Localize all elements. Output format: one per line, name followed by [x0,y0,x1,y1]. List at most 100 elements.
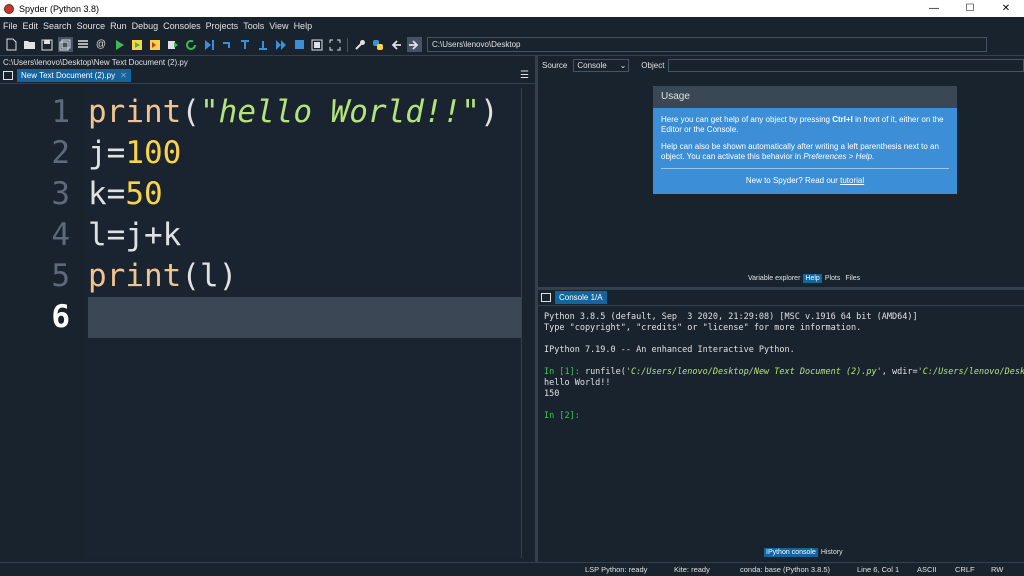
fullscreen-icon[interactable] [328,37,343,52]
python-path-icon[interactable] [371,37,386,52]
maximize-button[interactable]: ☐ [952,3,988,14]
rerun-icon[interactable] [184,37,199,52]
console-output-line: 150 [544,389,560,399]
line-number: 2 [51,135,70,171]
run-icon[interactable] [112,37,127,52]
browse-tabs-icon[interactable] [3,71,13,80]
code-text: k=50 [88,174,163,215]
code-line[interactable]: 3 k=50 [0,174,521,215]
code-token: "hello World!!" [200,94,480,130]
code-line[interactable]: 2 j=100 [0,133,521,174]
back-arrow-icon[interactable] [389,37,404,52]
menu-help[interactable]: Help [294,21,313,31]
tab-ipython-console[interactable]: IPython console [764,548,818,557]
tab-files[interactable]: Files [843,274,863,283]
step-return-icon[interactable] [256,37,271,52]
source-label: Source [542,60,568,70]
help-pane-tabs: Variable explorer Help Plots Files [746,274,863,283]
tab-plots[interactable]: Plots [822,274,843,283]
run-selection-icon[interactable] [166,37,181,52]
code-line[interactable]: 4 l=j+k [0,215,521,256]
code-token: 50 [125,176,163,212]
list-icon[interactable] [76,37,91,52]
status-bar: LSP Python: ready Kite: ready conda: bas… [0,562,1024,576]
code-line[interactable]: 5 print(l) [0,256,521,297]
menu-search[interactable]: Search [43,21,72,31]
current-line-highlight [88,297,521,338]
lsp-status: LSP Python: ready [585,565,648,574]
code-text: print("hello World!!") [88,92,499,133]
preferences-wrench-icon[interactable] [353,37,368,52]
new-file-icon[interactable] [4,37,19,52]
working-directory-input[interactable]: C:\Users\lenovo\Desktop [427,37,987,52]
menu-view[interactable]: View [269,21,288,31]
console-input-line: In [1]: runfile('C:/Users/lenovo/Desktop… [544,367,1024,377]
help-toolbar: Source Console ⌄ Object [538,57,1024,73]
menu-edit[interactable]: Edit [23,21,39,31]
console-browse-tabs-icon[interactable] [541,293,551,302]
menu-projects[interactable]: Projects [206,21,239,31]
save-icon[interactable] [40,37,55,52]
object-input[interactable] [668,58,1024,72]
close-button[interactable]: ✕ [988,3,1024,14]
code-line[interactable]: 1 print("hello World!!") [0,92,521,133]
code-token: l=j+k [88,217,182,253]
usage-divider [661,168,949,169]
menu-source[interactable]: Source [77,21,106,31]
cursor-position: Line 6, Col 1 [857,565,900,574]
step-into-icon[interactable] [238,37,253,52]
console-tab[interactable]: Console 1/A [555,291,607,304]
code-token: (l) [181,258,238,294]
tab-history[interactable]: History [818,548,845,557]
menu-run[interactable]: Run [110,21,127,31]
console-prompt: In [1]: [544,367,580,377]
console-tab-bar: Console 1/A [538,290,1024,306]
encoding-status: ASCII [917,565,937,574]
menu-bar: File Edit Search Source Run Debug Consol… [0,17,1024,34]
tab-variable-explorer[interactable]: Variable explorer [746,274,803,283]
menu-file[interactable]: File [3,21,18,31]
run-cell-advance-icon[interactable] [148,37,163,52]
code-editor[interactable]: 1 print("hello World!!") 2 j=100 3 k=50 4 l=j+k… [0,88,535,560]
usage-title: Usage [653,86,957,108]
editor-tab-bar: New Text Document (2).py ✕ ☰ [0,68,535,84]
debug-icon[interactable] [202,37,217,52]
close-tab-icon[interactable]: ✕ [120,69,127,82]
forward-arrow-icon[interactable] [406,37,422,52]
code-token: ) [479,94,499,130]
line-number: 1 [51,94,70,130]
line-number: 5 [51,258,70,294]
save-all-icon[interactable] [57,37,73,52]
eol-status: CRLF [955,565,975,574]
usage-footer: New to Spyder? Read our tutorial [745,176,865,185]
maximize-pane-icon[interactable] [310,37,325,52]
editor-tab-label: New Text Document (2).py [21,71,116,80]
editor-vertical-scrollbar[interactable] [521,88,533,558]
tab-help[interactable]: Help [803,274,822,283]
readwrite-status: RW [991,565,1004,574]
menu-tools[interactable]: Tools [243,21,264,31]
tutorial-link[interactable]: tutorial [840,176,864,185]
menu-consoles[interactable]: Consoles [163,21,201,31]
console-output[interactable]: Python 3.8.5 (default, Sep 3 2020, 21:29… [544,312,1024,422]
source-value: Console [577,60,607,70]
code-line[interactable]: 6 [0,297,521,338]
usage-paragraph-1: Here you can get help of any object by p… [661,115,944,134]
editor-options-icon[interactable]: ☰ [520,70,529,81]
editor-tab[interactable]: New Text Document (2).py ✕ [17,69,131,82]
continue-icon[interactable] [274,37,289,52]
conda-status: conda: base (Python 3.8.5) [740,565,831,574]
source-combobox[interactable]: Console ⌄ [573,58,630,72]
open-folder-icon[interactable] [22,37,37,52]
step-icon[interactable] [220,37,235,52]
minimize-button[interactable]: — [916,3,952,14]
editor-file-path: C:\Users\lenovo\Desktop\New Text Documen… [3,58,188,67]
menu-debug[interactable]: Debug [132,21,159,31]
line-number: 6 [51,299,70,335]
code-token: k= [88,176,126,212]
run-cell-icon[interactable] [130,37,145,52]
at-icon[interactable]: @ [94,37,109,52]
code-token: 100 [125,135,182,171]
stop-icon[interactable] [292,37,307,52]
help-content: Usage Here you can get help of any objec… [538,75,1024,271]
